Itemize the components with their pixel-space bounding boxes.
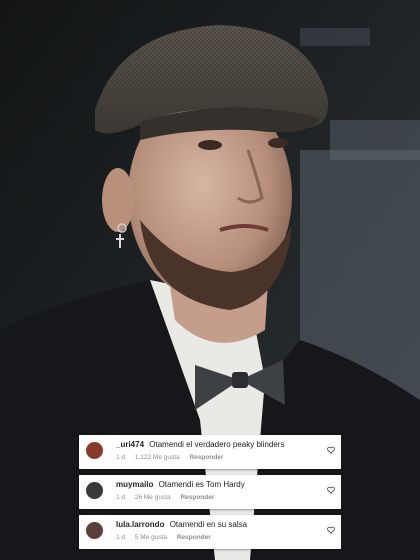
comment-likes[interactable]: 26 Me gusta [135, 494, 171, 501]
comment-time: 1 d [116, 534, 126, 541]
avatar[interactable] [86, 522, 103, 539]
comment-card: lula.larrondo Otamendi en su salsa 1 d 5… [79, 515, 341, 549]
comment-text: Otamendi en su salsa [169, 520, 248, 529]
comment-text: Otamendi es Tom Hardy [158, 480, 245, 489]
comment-username[interactable]: lula.larrondo [116, 520, 164, 529]
comment-username[interactable]: muymailo [116, 480, 153, 489]
avatar[interactable] [86, 442, 103, 459]
heart-icon[interactable] [327, 486, 335, 494]
reply-button[interactable]: Responder [177, 534, 211, 541]
comment-time: 1 d [116, 494, 126, 501]
comment-likes[interactable]: 1.122 Me gusta [135, 454, 180, 461]
comment-username[interactable]: _uri474 [116, 440, 144, 449]
reply-button[interactable]: Responder [189, 454, 223, 461]
heart-icon[interactable] [327, 526, 335, 534]
comment-card: muymailo Otamendi es Tom Hardy 1 d 26 Me… [79, 475, 341, 509]
comment-card: _uri474 Otamendi el verdadero peaky blin… [79, 435, 341, 469]
comment-likes[interactable]: 5 Me gusta [135, 534, 167, 541]
comment-text: Otamendi el verdadero peaky blinders [149, 440, 285, 449]
avatar[interactable] [86, 482, 103, 499]
comment-time: 1 d [116, 454, 126, 461]
reply-button[interactable]: Responder [180, 494, 214, 501]
heart-icon[interactable] [327, 446, 335, 454]
